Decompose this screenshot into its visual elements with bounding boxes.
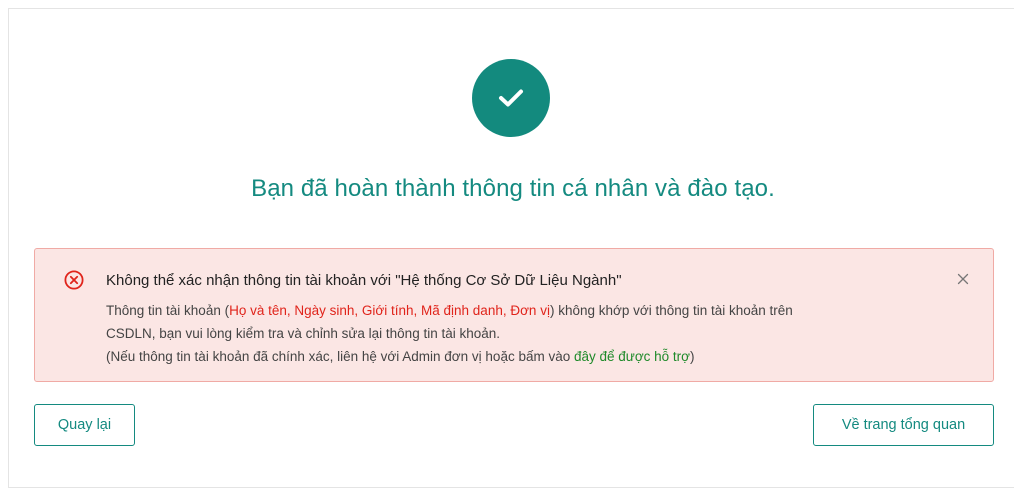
mismatched-fields: Họ và tên, Ngày sinh, Giới tính, Mã định… (229, 303, 550, 318)
alert-line-3: (Nếu thông tin tài khoản đã chính xác, l… (106, 345, 966, 368)
error-alert: Không thể xác nhận thông tin tài khoản v… (34, 248, 994, 382)
alert-line-1: Thông tin tài khoản (Họ và tên, Ngày sin… (106, 299, 966, 322)
alert-message: Thông tin tài khoản (Họ và tên, Ngày sin… (106, 299, 966, 368)
alert-title: Không thể xác nhận thông tin tài khoản v… (106, 272, 622, 289)
error-circle-icon (64, 270, 84, 290)
close-icon[interactable] (955, 271, 971, 287)
success-badge (472, 59, 550, 137)
alert-line-3-prefix: (Nếu thông tin tài khoản đã chính xác, l… (106, 349, 574, 364)
alert-line-1-prefix: Thông tin tài khoản ( (106, 303, 230, 318)
back-button[interactable]: Quay lại (34, 404, 135, 446)
alert-line-2: CSDLN, bạn vui lòng kiểm tra và chỉnh sử… (106, 326, 500, 341)
alert-line-3-suffix: ) (690, 349, 695, 364)
support-link[interactable]: đây để được hỗ trợ (574, 349, 690, 364)
check-icon (499, 89, 523, 107)
alert-line-1-suffix: ) không khớp với thông tin tài khoản trê… (549, 303, 793, 318)
page-title: Bạn đã hoàn thành thông tin cá nhân và đ… (251, 175, 775, 202)
overview-button[interactable]: Về trang tổng quan (813, 404, 994, 446)
